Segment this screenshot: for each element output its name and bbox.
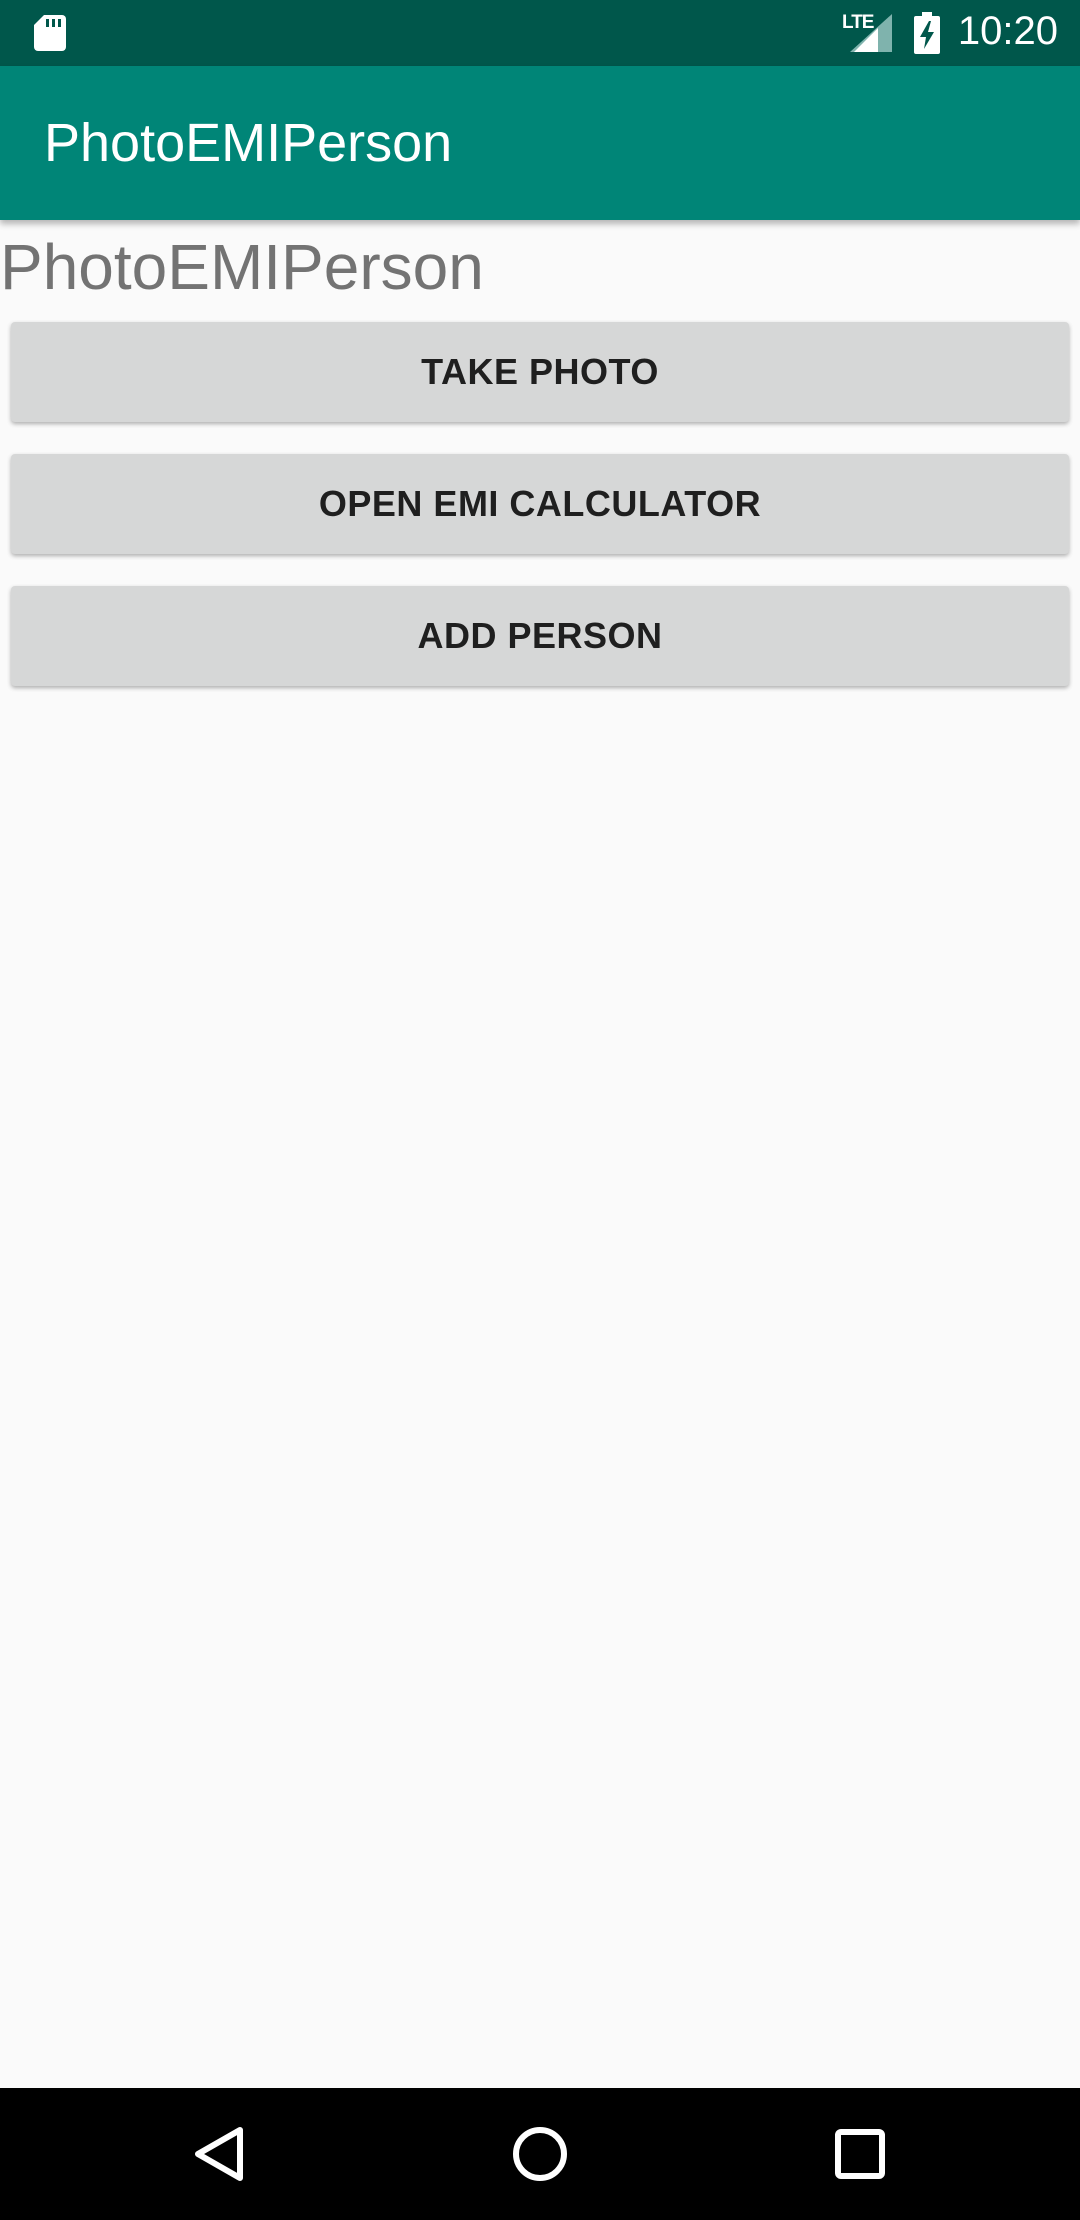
- open-emi-calculator-button[interactable]: OPEN EMI CALCULATOR: [11, 454, 1069, 554]
- main-content: PhotoEMIPerson TAKE PHOTO OPEN EMI CALCU…: [0, 220, 1080, 2088]
- status-time: 10:20: [957, 9, 1058, 53]
- navigation-bar: [0, 2088, 1080, 2220]
- take-photo-button[interactable]: TAKE PHOTO: [11, 322, 1069, 422]
- signal-icon: [850, 14, 892, 52]
- battery-charging-icon: [914, 12, 940, 54]
- sd-card-icon: [34, 15, 66, 51]
- app-bar-title: PhotoEMIPerson: [44, 113, 453, 173]
- page-heading: PhotoEMIPerson: [0, 231, 484, 303]
- add-person-button[interactable]: ADD PERSON: [11, 586, 1069, 686]
- back-icon[interactable]: [184, 2118, 256, 2190]
- home-icon[interactable]: [504, 2118, 576, 2190]
- status-bar: LTE 10:20: [0, 0, 1080, 66]
- recents-icon[interactable]: [824, 2118, 896, 2190]
- app-bar: PhotoEMIPerson: [0, 66, 1080, 220]
